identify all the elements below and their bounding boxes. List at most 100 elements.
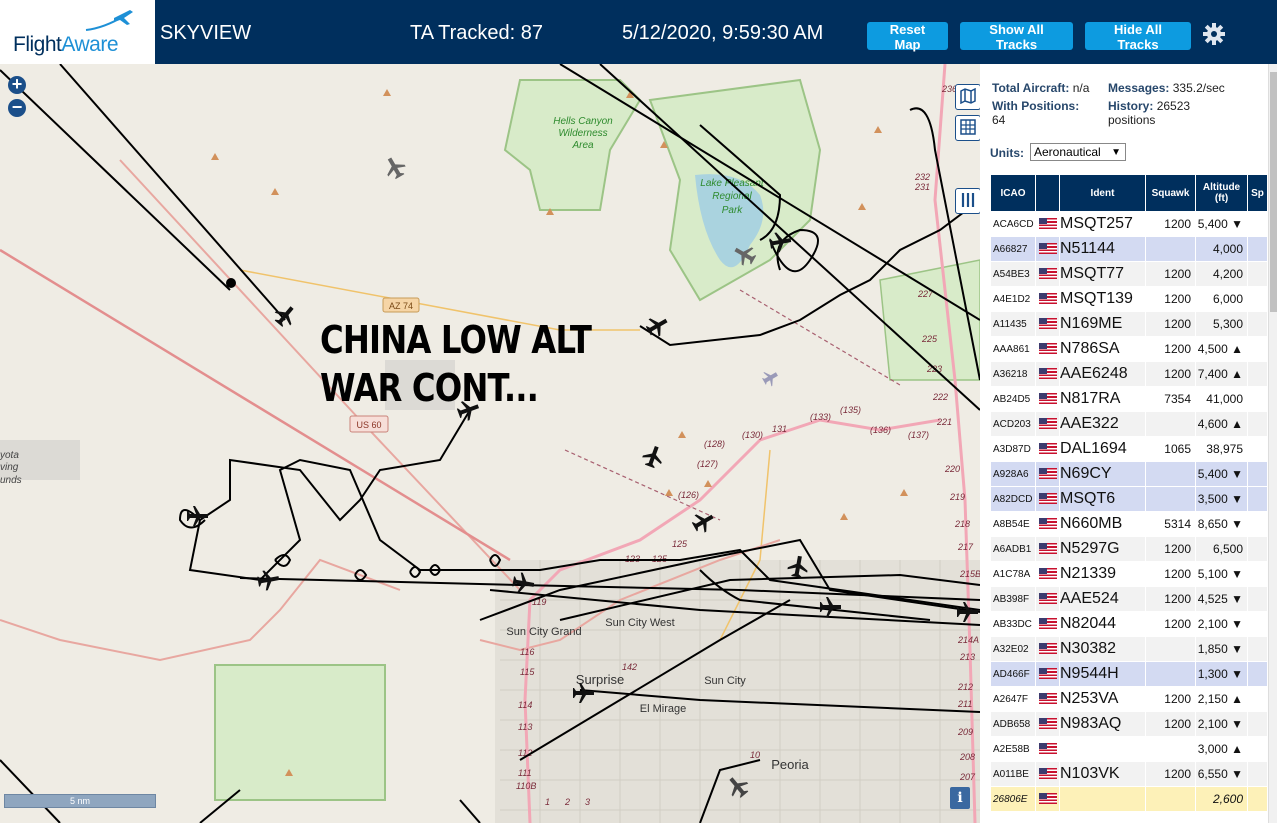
hide-all-tracks-button[interactable]: Hide All Tracks [1085,22,1191,52]
flag-cell [1035,636,1060,662]
flag-cell [1035,386,1060,412]
aircraft-row[interactable]: AB33DC N82044 1200 2,100 ▼ [990,611,1268,637]
panel-scrollbar[interactable] [1268,64,1277,823]
aircraft-row[interactable]: A82DCD MSQT6 3,500 ▼ [990,486,1268,512]
aircraft-icon[interactable] [760,367,781,388]
aircraft-row[interactable]: A4E1D2 MSQT139 1200 6,000 [990,286,1268,312]
aircraft-row[interactable]: 26806E 2,600 [990,786,1268,812]
svg-text:(127): (127) [697,459,718,469]
top-bar: FlightAware SKYVIEW TA Tracked: 87 5/12/… [0,0,1277,64]
us-flag-icon [1039,768,1057,780]
flag-cell [1035,561,1060,587]
aircraft-icon[interactable] [640,443,666,470]
ident-cell: AAE6248 [1059,361,1146,387]
map-view[interactable]: AZ 74 US 60 236 232 231 227 225 223 222 221 22… [0,64,980,823]
units-selected-value: Aeronautical [1034,145,1101,159]
squawk-cell: 1200 [1145,561,1196,587]
flag-cell [1035,411,1060,437]
aircraft-row[interactable]: A2E58B 3,000 ▲ [990,736,1268,762]
total-aircraft-label: Total Aircraft: [992,81,1070,95]
aircraft-row[interactable]: A928A6 N69CY 5,400 ▼ [990,461,1268,487]
with-positions-stat: With Positions: 64 [992,99,1102,127]
aircraft-row[interactable]: A32E02 N30382 1,850 ▼ [990,636,1268,662]
aircraft-icon[interactable] [689,508,717,536]
aircraft-row[interactable]: A6ADB1 N5297G 1200 6,500 [990,536,1268,562]
svg-text:207: 207 [959,772,976,782]
zoom-out-button[interactable]: − [8,98,26,117]
aircraft-row[interactable]: ADB658 N983AQ 1200 2,100 ▼ [990,711,1268,737]
speed-cell [1247,586,1268,612]
svg-text:114: 114 [518,700,532,710]
icao-cell: A2E58B [990,736,1036,762]
units-select[interactable]: Aeronautical ▼ [1030,143,1126,161]
flag-cell [1035,311,1060,337]
aircraft-row[interactable]: AAA861 N786SA 1200 4,500 ▲ [990,336,1268,362]
ident-cell: N169ME [1059,311,1146,337]
squawk-cell: 5314 [1145,511,1196,537]
scrollbar-thumb[interactable] [1270,72,1277,312]
grid-layer-button[interactable] [955,115,980,141]
ident-cell [1059,786,1146,812]
aircraft-row[interactable]: A011BE N103VK 1200 6,550 ▼ [990,761,1268,787]
columns-toggle-button[interactable] [955,188,980,214]
ident-cell: N103VK [1059,761,1146,787]
us-flag-icon [1039,643,1057,655]
units-label: Units: [990,146,1024,160]
column-header[interactable]: Sp [1247,174,1268,212]
info-icon[interactable]: i [950,787,970,809]
flag-cell [1035,436,1060,462]
column-header[interactable]: Squawk [1145,174,1196,212]
aircraft-row[interactable]: ACD203 AAE322 4,600 ▲ [990,411,1268,437]
aircraft-row[interactable]: A2647F N253VA 1200 2,150 ▲ [990,686,1268,712]
map-layer-button[interactable] [955,84,980,110]
column-header[interactable]: Ident [1059,174,1146,212]
us-flag-icon [1039,268,1057,280]
icao-cell: ACD203 [990,411,1036,437]
column-header[interactable]: Altitude (ft) [1195,174,1248,212]
aircraft-row[interactable]: AD466F N9544H 1,300 ▼ [990,661,1268,687]
aircraft-row[interactable]: A36218 AAE6248 1200 7,400 ▲ [990,361,1268,387]
aircraft-row[interactable]: A3D87D DAL1694 1065 38,975 [990,436,1268,462]
column-header[interactable]: ICAO [990,174,1036,212]
aircraft-row[interactable]: A54BE3 MSQT77 1200 4,200 [990,261,1268,287]
show-all-tracks-button[interactable]: Show All Tracks [960,22,1073,52]
ident-cell: N817RA [1059,386,1146,412]
svg-text:218: 218 [954,519,970,529]
ident-cell: N786SA [1059,336,1146,362]
aircraft-icon[interactable] [643,312,671,340]
flightaware-logo[interactable]: FlightAware [0,0,155,64]
map-canvas[interactable]: AZ 74 US 60 236232231 227225223 22222122… [0,64,980,823]
park-area [879,259,980,381]
scale-bar: 5 nm [4,794,156,808]
column-header[interactable] [1035,174,1060,212]
aircraft-row[interactable]: A8B54E N660MB 5314 8,650 ▼ [990,511,1268,537]
us-flag-icon [1039,618,1057,630]
aircraft-icon[interactable] [381,153,409,181]
altitude-cell: 2,100 ▼ [1195,611,1248,637]
aircraft-row[interactable]: A1C78A N21339 1200 5,100 ▼ [990,561,1268,587]
speed-cell [1247,711,1268,737]
aircraft-icon[interactable] [271,301,300,330]
speed-cell [1247,761,1268,787]
altitude-cell: 5,300 [1195,311,1248,337]
speed-cell [1247,211,1268,237]
svg-text:ving: ving [0,462,19,473]
altitude-cell: 3,000 ▲ [1195,736,1248,762]
us-flag-icon [1039,793,1057,805]
aircraft-row[interactable]: A11435 N169ME 1200 5,300 [990,311,1268,337]
aircraft-icon[interactable] [187,506,208,526]
gear-icon[interactable] [1203,23,1225,45]
zoom-in-button[interactable]: + [8,75,26,94]
speed-cell [1247,661,1268,687]
squawk-cell: 1065 [1145,436,1196,462]
aircraft-row[interactable]: A66827 N51144 4,000 [990,236,1268,262]
aircraft-row[interactable]: ACA6CD MSQT257 1200 5,400 ▼ [990,211,1268,237]
ident-cell: MSQT257 [1059,211,1146,237]
flag-cell [1035,611,1060,637]
aircraft-row[interactable]: AB24D5 N817RA 7354 41,000 [990,386,1268,412]
overlay-line-2: WAR CONT... [320,366,539,410]
reset-map-button[interactable]: Reset Map [867,22,948,52]
aircraft-row[interactable]: AB398F AAE524 1200 4,525 ▼ [990,586,1268,612]
ident-cell: N82044 [1059,611,1146,637]
us-flag-icon [1039,593,1057,605]
